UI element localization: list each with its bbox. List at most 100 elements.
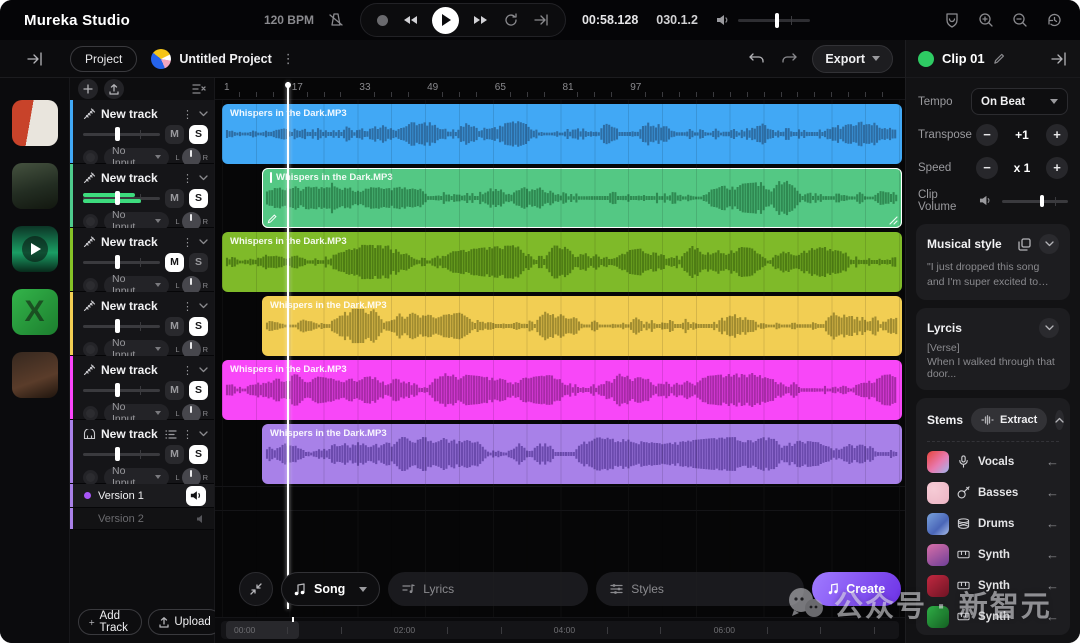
playhead[interactable] bbox=[285, 82, 290, 609]
stem-row[interactable]: Synth ← bbox=[927, 601, 1059, 632]
stems-collapse-icon[interactable] bbox=[1055, 410, 1065, 431]
add-track-button[interactable]: Add Track bbox=[78, 609, 143, 635]
play-button[interactable] bbox=[431, 6, 459, 34]
undo-icon[interactable] bbox=[748, 52, 766, 66]
track-fold-icon[interactable] bbox=[199, 431, 208, 437]
shrink-createbar-icon[interactable] bbox=[239, 572, 273, 606]
mute-button[interactable]: M bbox=[165, 124, 184, 144]
zoom-in-icon[interactable] bbox=[978, 12, 994, 28]
project-button[interactable]: Project bbox=[70, 45, 138, 72]
album-art-2[interactable] bbox=[11, 163, 58, 209]
album-art-5[interactable] bbox=[11, 352, 58, 398]
solo-button[interactable]: S bbox=[189, 380, 208, 400]
version-muted-icon[interactable] bbox=[196, 514, 206, 524]
audio-clip-1[interactable]: Whispers in the Dark.MP3 bbox=[222, 104, 902, 164]
forward-button[interactable] bbox=[473, 15, 489, 25]
track-fold-icon[interactable] bbox=[199, 367, 208, 373]
insert-stem-icon[interactable]: ← bbox=[1046, 485, 1059, 500]
track-row[interactable]: New track ⋮ M S No Input LR bbox=[70, 356, 214, 425]
track-menu-icon[interactable]: ⋮ bbox=[182, 428, 194, 441]
track-name[interactable]: New track bbox=[101, 363, 177, 377]
lyrics-expand-icon[interactable] bbox=[1039, 318, 1059, 339]
solo-button[interactable]: S bbox=[189, 444, 208, 464]
track-volume-slider[interactable] bbox=[83, 126, 160, 142]
track-menu-icon[interactable]: ⋮ bbox=[182, 172, 194, 185]
history-icon[interactable] bbox=[1046, 12, 1062, 28]
version-row-active[interactable]: Version 1 bbox=[70, 484, 214, 508]
audio-clip-5[interactable]: Whispers in the Dark.MP3 bbox=[222, 360, 902, 420]
speaker-icon[interactable] bbox=[716, 14, 730, 26]
track-volume-slider[interactable] bbox=[83, 446, 160, 462]
track-fold-icon[interactable] bbox=[199, 239, 208, 245]
track-fold-icon[interactable] bbox=[199, 303, 208, 309]
album-art-1[interactable] bbox=[11, 100, 58, 146]
track-menu-icon[interactable]: ⋮ bbox=[182, 108, 194, 121]
version-audible-icon[interactable] bbox=[186, 485, 206, 506]
stem-row[interactable]: Synth ← bbox=[927, 539, 1059, 570]
rewind-button[interactable] bbox=[402, 15, 418, 25]
lyrics-card[interactable]: Lyrcis [Verse] When I walked through tha… bbox=[916, 308, 1070, 391]
insert-stem-icon[interactable]: ← bbox=[1046, 578, 1059, 593]
loop-icon[interactable] bbox=[503, 13, 519, 27]
musical-style-card[interactable]: Musical style "I just dropped this song … bbox=[916, 224, 1070, 301]
collapse-tracks-icon[interactable] bbox=[192, 84, 206, 94]
tempo-select[interactable]: On Beat bbox=[971, 88, 1068, 115]
insert-stem-icon[interactable]: ← bbox=[1046, 454, 1059, 469]
record-arm-button[interactable] bbox=[83, 277, 98, 293]
record-arm-button[interactable] bbox=[83, 149, 98, 165]
track-volume-slider[interactable] bbox=[83, 382, 160, 398]
bar-ruler[interactable]: 1 17 33 49 65 81 97 bbox=[215, 78, 905, 100]
track-row[interactable]: New track ⋮ M S No Input LR bbox=[70, 228, 214, 297]
track-volume-slider[interactable] bbox=[83, 254, 160, 270]
track-volume-slider[interactable] bbox=[83, 318, 160, 334]
project-menu-icon[interactable]: ⋮ bbox=[282, 51, 295, 67]
collapse-panel-icon[interactable] bbox=[1051, 51, 1068, 66]
record-arm-button[interactable] bbox=[83, 405, 98, 421]
speed-increase-button[interactable]: + bbox=[1046, 156, 1068, 179]
rename-clip-icon[interactable] bbox=[993, 53, 1005, 65]
midi-editor-icon[interactable] bbox=[165, 429, 177, 439]
record-arm-button[interactable] bbox=[83, 469, 98, 485]
track-fold-icon[interactable] bbox=[199, 111, 208, 117]
mute-button[interactable]: M bbox=[165, 444, 184, 464]
track-name[interactable]: New track bbox=[101, 171, 177, 185]
stem-row[interactable]: Basses ← bbox=[927, 477, 1059, 508]
stem-row[interactable]: Vocals ← bbox=[927, 446, 1059, 477]
mode-select[interactable]: Song bbox=[281, 572, 381, 606]
copy-icon[interactable] bbox=[1018, 237, 1031, 251]
version-row-inactive[interactable]: Version 2 bbox=[70, 508, 214, 530]
export-button[interactable]: Export bbox=[812, 44, 893, 73]
mute-button[interactable]: M bbox=[165, 316, 184, 336]
metronome-icon[interactable] bbox=[328, 12, 344, 28]
audio-clip-4[interactable]: Whispers in the Dark.MP3 bbox=[262, 296, 902, 356]
lyrics-input[interactable]: Lyrics bbox=[388, 572, 589, 606]
audio-clip-6[interactable]: Whispers in the Dark.MP3 bbox=[262, 424, 902, 484]
audio-clip-2[interactable]: Whispers in the Dark.MP3 bbox=[262, 168, 902, 228]
insert-stem-icon[interactable]: ← bbox=[1046, 547, 1059, 562]
zoom-out-icon[interactable] bbox=[1012, 12, 1028, 28]
styles-input[interactable]: Styles bbox=[596, 572, 805, 606]
solo-button[interactable]: S bbox=[189, 124, 208, 144]
stem-row[interactable]: Synth ← bbox=[927, 632, 1059, 635]
record-arm-button[interactable] bbox=[83, 213, 98, 229]
master-volume-slider[interactable] bbox=[738, 12, 810, 28]
audio-clip-3[interactable]: Whispers in the Dark.MP3 bbox=[222, 232, 902, 292]
mute-button[interactable]: M bbox=[165, 252, 184, 272]
track-row[interactable]: New track ⋮ M S No Input LR bbox=[70, 420, 214, 489]
transpose-increase-button[interactable]: + bbox=[1046, 123, 1068, 146]
insert-stem-icon[interactable]: ← bbox=[1046, 516, 1059, 531]
track-menu-icon[interactable]: ⋮ bbox=[182, 236, 194, 249]
insert-stem-icon[interactable]: ← bbox=[1046, 609, 1059, 624]
record-button[interactable] bbox=[376, 14, 388, 26]
extract-button[interactable]: Extract bbox=[971, 408, 1048, 433]
stem-row[interactable]: Synth ← bbox=[927, 570, 1059, 601]
stem-row[interactable]: Drums ← bbox=[927, 508, 1059, 539]
transpose-decrease-button[interactable]: − bbox=[976, 123, 998, 146]
mute-button[interactable]: M bbox=[165, 380, 184, 400]
clip-volume-slider[interactable] bbox=[1002, 194, 1069, 208]
track-row[interactable]: New track ⋮ M S No Input LR bbox=[70, 164, 214, 233]
create-button[interactable]: Create bbox=[812, 572, 902, 606]
track-name[interactable]: New track bbox=[101, 299, 177, 313]
solo-button[interactable]: S bbox=[189, 316, 208, 336]
track-row[interactable]: New track ⋮ M S No Input LR bbox=[70, 292, 214, 361]
